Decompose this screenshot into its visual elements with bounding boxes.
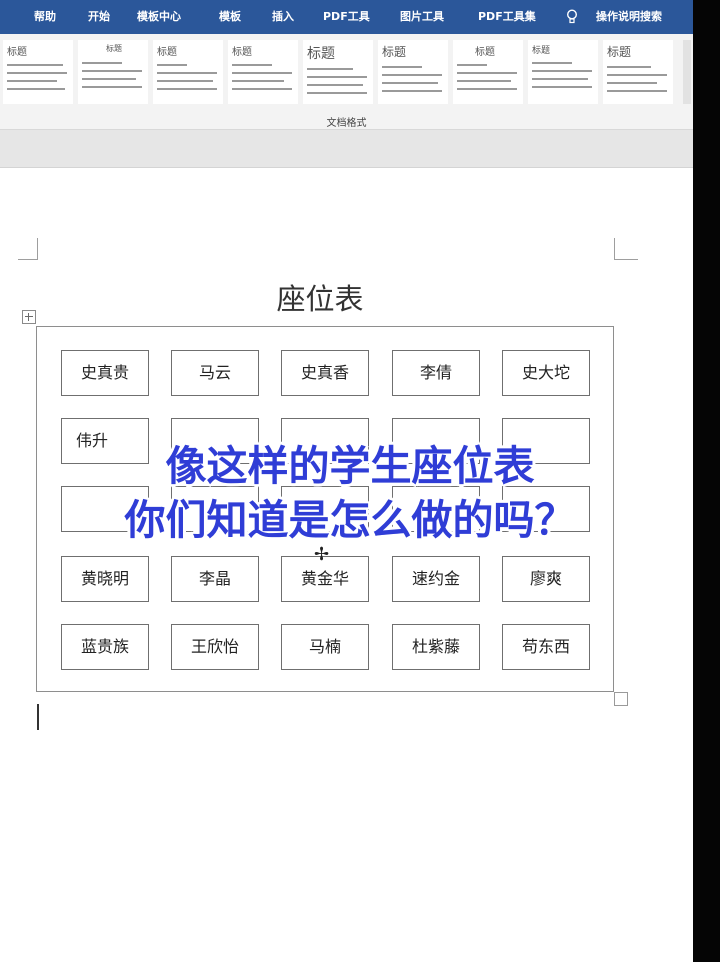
style-card-title: 标题 bbox=[307, 46, 335, 62]
app-window: 帮助 开始 模板中心 模板 插入 PDF工具 图片工具 PDF工具集 操作说明搜… bbox=[0, 0, 693, 962]
style-card[interactable]: 标题 bbox=[3, 40, 73, 104]
gallery-scrollbar[interactable] bbox=[683, 40, 691, 104]
seat-cell[interactable]: 苟东西 bbox=[502, 624, 590, 670]
table-move-handle-icon[interactable] bbox=[22, 310, 36, 324]
seat-cell[interactable]: 王欣怡 bbox=[171, 624, 259, 670]
ribbon-tab-bar: 帮助 开始 模板中心 模板 插入 PDF工具 图片工具 PDF工具集 操作说明搜… bbox=[0, 0, 693, 34]
seat-cell[interactable]: 史真贵 bbox=[61, 350, 149, 396]
caption-line-1: 像这样的学生座位表 bbox=[165, 442, 535, 490]
style-card-title: 标题 bbox=[7, 47, 27, 58]
document-page[interactable]: 座位表 史真贵 马云 史真香 李倩 史大坨 伟升 黄晓明 李晶 黄金华 速约金 … bbox=[0, 168, 693, 962]
tab-home[interactable]: 开始 bbox=[88, 0, 110, 34]
caption-line-2: 你们知道是怎么做的吗？ bbox=[124, 496, 576, 544]
style-card-title: 标题 bbox=[106, 44, 122, 53]
style-card-title: 标题 bbox=[157, 47, 177, 58]
seat-cell[interactable]: 蓝贵族 bbox=[61, 624, 149, 670]
margin-marker-top-right bbox=[614, 238, 638, 260]
style-card[interactable]: 标题 bbox=[378, 40, 448, 104]
tab-template-center[interactable]: 模板中心 bbox=[137, 0, 181, 34]
style-gallery: 标题 标题 标题 标题 标题 标题 标题 标题 标题 文档格式 bbox=[0, 34, 693, 130]
seat-cell[interactable]: 马云 bbox=[171, 350, 259, 396]
style-card[interactable]: 标题 bbox=[528, 40, 598, 104]
style-card-title: 标题 bbox=[607, 45, 632, 59]
seat-cell[interactable]: 李晶 bbox=[171, 556, 259, 602]
style-card[interactable]: 标题 bbox=[78, 40, 148, 104]
style-card-title: 标题 bbox=[532, 46, 551, 56]
seat-cell[interactable]: 廖爽 bbox=[502, 556, 590, 602]
tab-pdf-tools[interactable]: PDF工具 bbox=[323, 0, 370, 34]
seat-cell[interactable]: 史大坨 bbox=[502, 350, 590, 396]
tab-pdf-toolkit[interactable]: PDF工具集 bbox=[478, 0, 536, 34]
style-card[interactable]: 标题 bbox=[228, 40, 298, 104]
table-resize-handle-icon[interactable] bbox=[614, 692, 628, 706]
margin-marker-top-left bbox=[18, 238, 38, 260]
tell-me-search[interactable]: 操作说明搜索 bbox=[596, 0, 662, 34]
seat-cell[interactable]: 速约金 bbox=[392, 556, 480, 602]
move-cursor-icon: ✢ bbox=[314, 544, 330, 565]
tab-template[interactable]: 模板 bbox=[219, 0, 241, 34]
tab-insert[interactable]: 插入 bbox=[272, 0, 294, 34]
lightbulb-icon[interactable] bbox=[566, 9, 578, 25]
style-card-title: 标题 bbox=[475, 47, 495, 58]
style-card[interactable]: 标题 bbox=[153, 40, 223, 104]
seat-cell[interactable]: 杜紫藤 bbox=[392, 624, 480, 670]
styles-group-label: 文档格式 bbox=[326, 118, 367, 129]
document-title[interactable]: 座位表 bbox=[220, 276, 420, 318]
ruler-strip bbox=[0, 130, 693, 168]
seat-cell[interactable]: 史真香 bbox=[281, 350, 369, 396]
right-edge-bar bbox=[693, 0, 720, 962]
style-card-title: 标题 bbox=[382, 45, 407, 59]
seat-cell[interactable]: 马楠 bbox=[281, 624, 369, 670]
seat-cell[interactable]: 李倩 bbox=[392, 350, 480, 396]
style-card[interactable]: 标题 bbox=[453, 40, 523, 104]
style-card[interactable]: 标题 bbox=[303, 40, 373, 104]
tab-help[interactable]: 帮助 bbox=[34, 0, 56, 34]
seat-cell[interactable]: 黄晓明 bbox=[61, 556, 149, 602]
style-card[interactable]: 标题 bbox=[603, 40, 673, 104]
text-cursor bbox=[37, 704, 39, 730]
tab-picture-tools[interactable]: 图片工具 bbox=[400, 0, 444, 34]
style-card-title: 标题 bbox=[232, 47, 252, 58]
